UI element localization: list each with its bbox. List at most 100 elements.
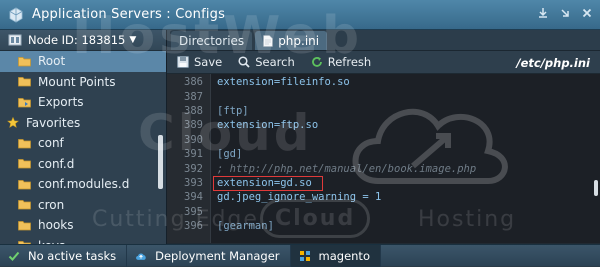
tasks-label: No active tasks <box>28 248 117 263</box>
code-line[interactable]: 396 [gearman] <box>167 219 587 233</box>
folder-icon <box>18 138 31 149</box>
search-label: Search <box>255 55 295 69</box>
line-text: [gearman] <box>217 220 274 233</box>
app-server-icon <box>9 7 23 22</box>
file-path: /etc/php.ini <box>516 56 590 70</box>
line-number: 389 <box>184 119 203 132</box>
line-text: [ftp] <box>217 104 249 117</box>
tree-item-mount-points[interactable]: Mount Points <box>0 72 166 93</box>
server-icon <box>8 34 22 46</box>
line-number: 388 <box>184 104 203 117</box>
line-number: 396 <box>184 220 203 233</box>
tree-item-conf-d[interactable]: conf.d <box>0 154 166 175</box>
tree-item-root[interactable]: Root <box>0 51 166 72</box>
tree-item-conf[interactable]: conf <box>0 133 166 154</box>
code-line[interactable]: 392 ; http://php.net/manual/en/book.image… <box>167 161 587 175</box>
file-tree-panel: Node ID: 183815 ▼ Root Mount Points Expo… <box>0 30 166 244</box>
statusbar: No active tasks Deployment Manager magen… <box>0 244 600 267</box>
tasks-status[interactable]: No active tasks <box>0 244 128 267</box>
line-text: gd.jpeg_ignore_warning = 1 <box>217 191 382 204</box>
tree-item-label: cron <box>38 197 65 212</box>
line-number: 391 <box>184 148 203 161</box>
tree-item-label: hooks <box>38 218 74 233</box>
node-selector[interactable]: Node ID: 183815 ▼ <box>0 30 166 51</box>
refresh-button[interactable]: Refresh <box>311 55 371 69</box>
code-line[interactable]: 387 <box>167 89 587 103</box>
code-line[interactable]: 386 extension=fileinfo.so <box>167 75 587 89</box>
tree-item-label: conf.modules.d <box>38 177 130 192</box>
directory-tree: Root Mount Points Exports Favorites conf… <box>0 51 166 244</box>
editor-scrollbar[interactable] <box>594 180 598 196</box>
tree-item-keys[interactable]: keys <box>0 236 166 244</box>
close-icon[interactable] <box>580 7 594 21</box>
checkmark-icon <box>8 251 20 261</box>
tab-php-ini[interactable]: php.ini <box>255 31 328 50</box>
tree-item-hooks[interactable]: hooks <box>0 215 166 236</box>
line-text: extension=fileinfo.so <box>217 76 350 89</box>
tree-item-label: conf.d <box>38 156 75 171</box>
tree-scrollbar[interactable] <box>158 135 163 189</box>
code-line[interactable]: 395 <box>167 205 587 219</box>
folder-icon <box>18 77 31 87</box>
environment-icon <box>299 250 310 261</box>
exports-icon <box>18 97 31 108</box>
window-titlebar: Application Servers : Configs <box>0 0 600 30</box>
code-line[interactable]: 389 extension=ftp.so <box>167 118 587 132</box>
tab-label: Directories <box>179 33 245 48</box>
line-text: [gd] <box>217 148 243 161</box>
code-line[interactable]: 388 [ftp] <box>167 104 587 118</box>
tree-item-exports[interactable]: Exports <box>0 92 166 113</box>
code-line[interactable]: 390 <box>167 133 587 147</box>
line-number: 394 <box>184 191 203 204</box>
cloud-upload-icon <box>136 252 146 260</box>
star-icon <box>7 117 19 129</box>
refresh-icon <box>311 57 322 67</box>
file-icon <box>263 34 273 47</box>
line-number: 393 <box>184 176 203 189</box>
search-button[interactable]: Search <box>238 55 295 69</box>
save-icon <box>177 56 189 68</box>
magento-label: magento <box>318 248 370 263</box>
line-number: 392 <box>184 162 203 175</box>
window-title: Application Servers : Configs <box>32 7 226 22</box>
tab-bar: Directories php.ini <box>167 30 600 51</box>
deployment-label: Deployment Manager <box>155 248 280 263</box>
refresh-label: Refresh <box>327 55 372 69</box>
tree-item-label: Exports <box>38 95 84 110</box>
code-line[interactable]: 394 gd.jpeg_ignore_warning = 1 <box>167 190 587 204</box>
highlight-box <box>213 176 323 191</box>
save-label: Save <box>194 55 223 69</box>
line-number: 395 <box>184 205 203 218</box>
tree-item-cron[interactable]: cron <box>0 195 166 216</box>
tree-item-conf-modules-d[interactable]: conf.modules.d <box>0 174 166 195</box>
tree-item-label: conf <box>38 136 64 151</box>
chevron-down-icon[interactable]: ▼ <box>129 35 136 45</box>
minimize-icon[interactable] <box>558 7 572 21</box>
deployment-manager-tab[interactable]: Deployment Manager <box>127 244 291 267</box>
folder-icon <box>18 200 31 210</box>
search-icon <box>238 56 250 68</box>
folder-open-icon <box>18 56 31 67</box>
code-line[interactable]: 391 [gd] <box>167 147 587 161</box>
tree-item-favorites[interactable]: Favorites <box>0 113 166 134</box>
folder-icon <box>18 159 31 169</box>
code-editor[interactable]: 386 extension=fileinfo.so 387 388 [ftp] 389 ex… <box>167 74 600 243</box>
tree-item-label: Mount Points <box>38 74 116 89</box>
tab-directories[interactable]: Directories <box>171 31 253 50</box>
tree-item-label: Root <box>38 54 66 69</box>
line-number: 390 <box>184 133 203 146</box>
save-button[interactable]: Save <box>177 55 222 69</box>
line-number: 386 <box>184 76 203 89</box>
line-number: 387 <box>184 90 203 103</box>
node-id-label: Node ID: 183815 <box>28 33 126 47</box>
editor-toolbar: Save Search Refresh /etc/php.ini <box>167 51 600 74</box>
folder-icon <box>18 179 31 190</box>
environment-tab-magento[interactable]: magento <box>290 244 381 267</box>
editor-panel: Directories php.ini Save Search Refresh … <box>166 30 600 244</box>
line-text: extension=ftp.so <box>217 119 319 132</box>
tree-item-label: Favorites <box>26 115 81 130</box>
download-icon[interactable] <box>536 7 550 21</box>
line-text: ; http://php.net/manual/en/book.image.ph… <box>217 162 477 175</box>
tab-label: php.ini <box>278 33 320 48</box>
folder-icon <box>18 220 31 231</box>
